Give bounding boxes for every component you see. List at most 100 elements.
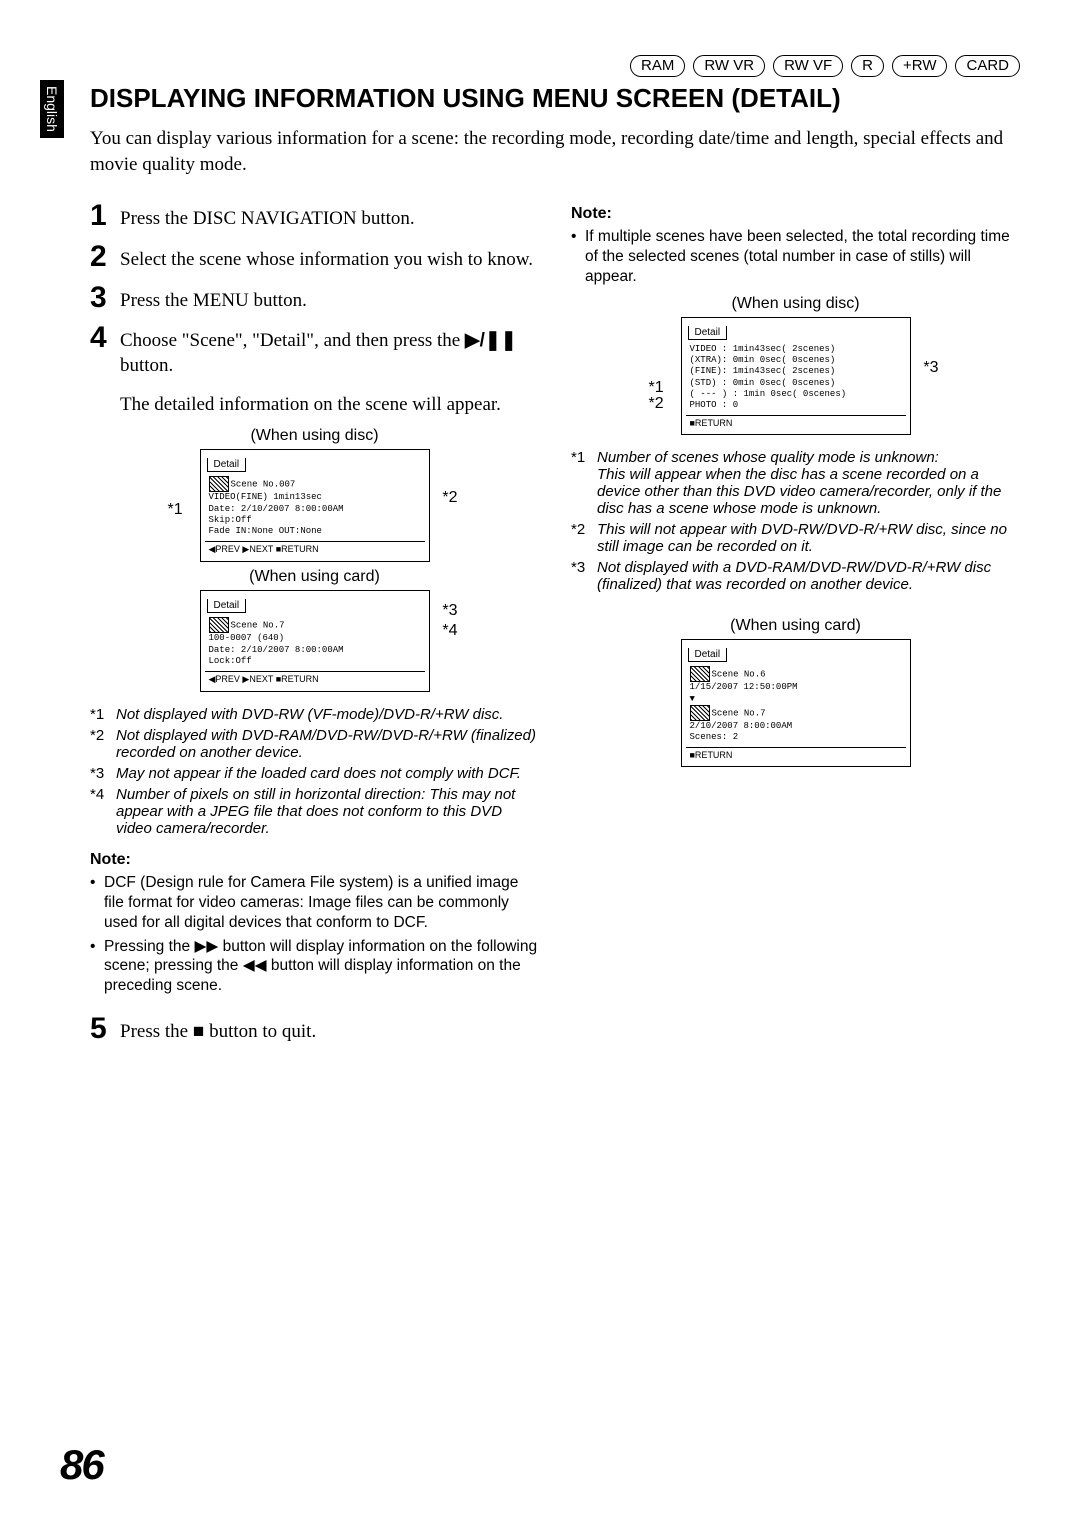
caption-disc: (When using disc): [90, 427, 539, 445]
badge-rwvf: RW VF: [773, 55, 843, 77]
left-column: 1 Press the DISC NAVIGATION button. 2 Se…: [90, 193, 539, 1055]
lcd-line: ( --- ) : 1min 0sec( 0scenes): [690, 389, 847, 399]
step-4: 4 Choose "Scene", "Detail", and then pre…: [90, 323, 539, 417]
annot-val: May not appear if the loaded card does n…: [116, 765, 539, 782]
lcd-line: Date: 2/10/2007 8:00:00AM: [209, 504, 344, 514]
annot-key: *1: [571, 449, 597, 517]
annot-val: Number of scenes whose quality mode is u…: [597, 449, 1020, 517]
lcd-line: 2/10/2007 8:00:00AM: [690, 721, 793, 731]
lcd-footer: ◀PREV ▶NEXT ■RETURN: [205, 541, 425, 557]
annot-row: *4Number of pixels on still in horizonta…: [90, 786, 539, 837]
step-text-part1: Press the: [120, 1021, 193, 1042]
lcd-body: Scene No.6 1/15/2007 12:50:00PM ▼ Scene …: [686, 664, 906, 745]
right-annotations: *1Number of scenes whose quality mode is…: [571, 449, 1020, 593]
step-text: Press the MENU button.: [120, 283, 307, 314]
scene-thumb-icon: [690, 666, 710, 682]
lcd-line: VIDEO : 1min43sec( 2scenes): [690, 344, 836, 354]
bullet-text: If multiple scenes have been selected, t…: [585, 227, 1020, 286]
lcd-body: Scene No.007 VIDEO(FINE) 1min13sec Date:…: [205, 474, 425, 539]
lcd-line: Scene No.7: [231, 621, 285, 631]
caption-card: (When using card): [571, 617, 1020, 635]
lcd-line: ▼: [690, 694, 695, 704]
annot-val: This will not appear with DVD-RW/DVD-R/+…: [597, 521, 1020, 555]
lcd-line: VIDEO(FINE) 1min13sec: [209, 492, 322, 502]
lcd-line: Date: 2/10/2007 8:00:00AM: [209, 645, 344, 655]
caption-card: (When using card): [90, 568, 539, 586]
annot-key: *2: [90, 727, 116, 761]
badge-rwvr: RW VR: [693, 55, 765, 77]
note-body: •DCF (Design rule for Camera File system…: [90, 873, 539, 996]
scene-thumb-icon: [209, 476, 229, 492]
lcd-screen: Detail Scene No.6 1/15/2007 12:50:00PM ▼…: [681, 639, 911, 767]
stop-icon: ■: [193, 1021, 204, 1042]
bullet-icon: •: [90, 873, 104, 932]
callout-2: *2: [442, 489, 457, 507]
bullet-text: DCF (Design rule for Camera File system)…: [104, 873, 539, 932]
lcd-line: Scene No.7: [712, 708, 766, 718]
callout-2: *2: [649, 395, 664, 413]
caption-disc: (When using disc): [571, 295, 1020, 313]
lcd-card-right-wrap: Detail Scene No.6 1/15/2007 12:50:00PM ▼…: [651, 639, 941, 767]
callout-3: *3: [442, 602, 457, 620]
step-number: 2: [90, 242, 112, 272]
lcd-line: 100-0007 (640): [209, 633, 285, 643]
badge-r: R: [851, 55, 884, 77]
callout-1: *1: [168, 501, 183, 519]
step-text: Select the scene whose information you w…: [120, 242, 533, 273]
lcd-line: Scene No.007: [231, 480, 296, 490]
left-annotations: *1Not displayed with DVD-RW (VF-mode)/DV…: [90, 706, 539, 837]
lcd-line: (XTRA): 0min 0sec( 0scenes): [690, 355, 836, 365]
lcd-footer: ■RETURN: [686, 415, 906, 430]
annot-row: *1Not displayed with DVD-RW (VF-mode)/DV…: [90, 706, 539, 723]
step-text: Press the ■ button to quit.: [120, 1014, 316, 1045]
step-number: 1: [90, 201, 112, 231]
lcd-title: Detail: [207, 458, 247, 472]
lcd-card-left-wrap: *3 *4 Detail Scene No.7 100-0007 (640) D…: [170, 590, 460, 692]
lcd-footer: ■RETURN: [686, 747, 906, 762]
lcd-screen: Detail Scene No.007 VIDEO(FINE) 1min13se…: [200, 449, 430, 562]
annot-row: *1Number of scenes whose quality mode is…: [571, 449, 1020, 517]
badge-ram: RAM: [630, 55, 685, 77]
annot-row: *3May not appear if the loaded card does…: [90, 765, 539, 782]
annot-key: *3: [90, 765, 116, 782]
step-number: 5: [90, 1014, 112, 1044]
step-text-part2: button.: [120, 355, 173, 376]
annot-val: Not displayed with DVD-RW (VF-mode)/DVD-…: [116, 706, 539, 723]
step-text: Choose "Scene", "Detail", and then press…: [120, 323, 539, 417]
step-5: 5 Press the ■ button to quit.: [90, 1014, 539, 1045]
right-column: Note: •If multiple scenes have been sele…: [571, 193, 1020, 1055]
lcd-line: Fade IN:None OUT:None: [209, 526, 322, 536]
list-item: •If multiple scenes have been selected, …: [571, 227, 1020, 286]
step-number: 4: [90, 323, 112, 353]
step-3: 3 Press the MENU button.: [90, 283, 539, 314]
play-pause-icon: ▶/❚❚: [465, 330, 517, 351]
bullet-text: Pressing the ▶▶ button will display info…: [104, 937, 539, 996]
lcd-title: Detail: [207, 599, 247, 613]
lcd-screen: Detail VIDEO : 1min43sec( 2scenes) (XTRA…: [681, 317, 911, 436]
lcd-title: Detail: [688, 648, 728, 662]
scene-thumb-icon: [209, 617, 229, 633]
lcd-line: 1/15/2007 12:50:00PM: [690, 682, 798, 692]
manual-page: English RAM RW VR RW VF R +RW CARD DISPL…: [0, 0, 1080, 1529]
step-text: Press the DISC NAVIGATION button.: [120, 201, 415, 232]
page-number: 86: [60, 1441, 103, 1489]
scene-thumb-icon: [690, 705, 710, 721]
note-heading: Note:: [571, 205, 1020, 223]
language-tab: English: [40, 80, 64, 138]
lcd-footer: ◀PREV ▶NEXT ■RETURN: [205, 671, 425, 687]
annot-key: *2: [571, 521, 597, 555]
lcd-screen: Detail Scene No.7 100-0007 (640) Date: 2…: [200, 590, 430, 692]
note-heading: Note:: [90, 851, 539, 869]
list-item: •DCF (Design rule for Camera File system…: [90, 873, 539, 932]
lcd-line: PHOTO : 0: [690, 400, 739, 410]
lcd-title: Detail: [688, 326, 728, 340]
callout-3: *3: [923, 359, 938, 377]
step-number: 3: [90, 283, 112, 313]
lcd-line: (FINE): 1min43sec( 2scenes): [690, 366, 836, 376]
lcd-line: Lock:Off: [209, 656, 252, 666]
note-body: •If multiple scenes have been selected, …: [571, 227, 1020, 286]
lcd-disc-right-wrap: *1 *2 *3 Detail VIDEO : 1min43sec( 2scen…: [651, 317, 941, 436]
lcd-body: Scene No.7 100-0007 (640) Date: 2/10/200…: [205, 615, 425, 669]
step-2: 2 Select the scene whose information you…: [90, 242, 539, 273]
annot-row: *2This will not appear with DVD-RW/DVD-R…: [571, 521, 1020, 555]
